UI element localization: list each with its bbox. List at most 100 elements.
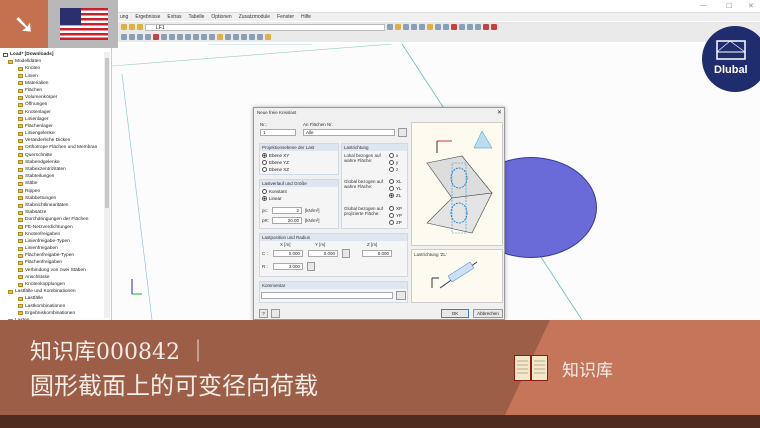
cx-input[interactable]: 0.000 — [273, 250, 303, 257]
tree-item[interactable]: Lastfälle — [0, 295, 111, 302]
toolbar-icon[interactable] — [451, 24, 457, 30]
menu-item-tabelle[interactable]: Tabelle — [189, 14, 205, 20]
toolbar-icon[interactable] — [121, 34, 127, 40]
toolbar-icon[interactable] — [137, 24, 143, 30]
tree-item[interactable]: Stabendgelenke — [0, 159, 111, 166]
radio-plane-xz[interactable]: Ebene XZ — [262, 167, 289, 172]
tree-item[interactable]: Orthotrope Flächen und Membran — [0, 144, 111, 151]
menu-item-fenster[interactable]: Fenster — [277, 14, 294, 20]
toolbar-icon[interactable] — [467, 24, 473, 30]
toolbar-icon[interactable] — [459, 24, 465, 30]
toolbar-icon[interactable] — [241, 34, 247, 40]
toolbar-icon[interactable] — [185, 34, 191, 40]
ok-button[interactable]: OK — [441, 309, 469, 318]
cz-input[interactable]: 0.000 — [362, 250, 392, 257]
radio-constant[interactable]: Konstant — [262, 189, 287, 194]
radio-z[interactable]: z — [389, 167, 398, 172]
toolbar-icon[interactable] — [145, 34, 151, 40]
toolbar-icon[interactable] — [225, 34, 231, 40]
tree-item[interactable]: Flächenlager — [0, 123, 111, 130]
units-button[interactable] — [271, 309, 280, 318]
tree-item[interactable]: Volumenkörper — [0, 94, 111, 101]
menu-item-hilfe[interactable]: Hilfe — [301, 14, 311, 20]
tree-item[interactable]: FE-Netzverdichtungen — [0, 224, 111, 231]
close-window-button[interactable]: ✕ — [748, 2, 754, 10]
toolbar-icon[interactable] — [265, 34, 271, 40]
radio-y[interactable]: y — [389, 160, 398, 165]
maximize-button[interactable]: ☐ — [726, 2, 732, 10]
radio-x[interactable]: x — [389, 153, 398, 158]
tree-item[interactable]: Flächenfreigabe-Typen — [0, 252, 111, 259]
radio-linear[interactable]: Linear — [262, 196, 282, 201]
toolbar-icon[interactable] — [217, 34, 223, 40]
tree-item[interactable]: Lastkombinationen — [0, 303, 111, 310]
toolbar-icon[interactable] — [491, 24, 497, 30]
radio-yl[interactable]: YL — [389, 186, 402, 191]
tree-item[interactable]: Stäbe — [0, 180, 111, 187]
cy-input[interactable]: 0.000 — [308, 250, 338, 257]
tree-item[interactable]: Anschlüsse — [0, 274, 111, 281]
tree-item[interactable]: Modelldaten — [0, 58, 111, 65]
toolbar-icon[interactable] — [201, 34, 207, 40]
tree-item[interactable]: Lastfälle und Kombinationen — [0, 288, 111, 295]
toolbar-icon[interactable] — [153, 34, 159, 40]
menu-item-extras[interactable]: Extras — [167, 14, 181, 20]
toolbar-icon[interactable] — [483, 24, 489, 30]
tree-item[interactable]: Knotenfreigaben — [0, 231, 111, 238]
toolbar-icon[interactable] — [129, 34, 135, 40]
help-button[interactable]: ? — [259, 309, 268, 318]
tree-item[interactable]: Linien — [0, 73, 111, 80]
tree-item[interactable]: Stabteilungen — [0, 173, 111, 180]
scrollbar-thumb[interactable] — [105, 58, 109, 208]
comment-input[interactable] — [261, 292, 393, 299]
toolbar-icon[interactable] — [435, 24, 441, 30]
tree-item[interactable]: Rippen — [0, 188, 111, 195]
menu-item[interactable]: ung — [120, 14, 128, 20]
toolbar-icon[interactable] — [403, 24, 409, 30]
pr-input[interactable]: 20.00 — [272, 217, 302, 224]
tree-item[interactable]: Stabsätze — [0, 209, 111, 216]
pick-center-button[interactable] — [342, 249, 350, 258]
toolbar-icon[interactable] — [411, 24, 417, 30]
tree-item[interactable]: Durchdringungen der Flächen — [0, 216, 111, 223]
tree-item[interactable]: Veränderliche Dicken — [0, 137, 111, 144]
tree-item[interactable]: Flächenfreigaben — [0, 259, 111, 266]
tree-item[interactable]: Stabnichtlinearitäten — [0, 202, 111, 209]
comment-library-button[interactable] — [396, 291, 406, 300]
tree-item[interactable]: Verbindung von zwei Stäben — [0, 267, 111, 274]
tree-item[interactable]: Knoten — [0, 65, 111, 72]
radio-zp[interactable]: ZP — [389, 220, 402, 225]
tree-item[interactable]: Querschnitte — [0, 152, 111, 159]
toolbar-icon[interactable] — [169, 34, 175, 40]
toolbar-icon[interactable] — [475, 24, 481, 30]
tree-item[interactable]: Ergebniskombinationen — [0, 310, 111, 317]
pick-surfaces-button[interactable] — [398, 128, 407, 137]
toolbar-icon[interactable] — [419, 24, 425, 30]
r-input[interactable]: 3.000 — [273, 263, 303, 270]
radio-yp[interactable]: YP — [389, 213, 402, 218]
tree-root[interactable]: Load* [Downloads] — [0, 51, 111, 58]
radio-xl[interactable]: XL — [389, 179, 402, 184]
toolbar-icon[interactable] — [161, 34, 167, 40]
pick-radius-button[interactable] — [307, 262, 315, 271]
dialog-close-button[interactable]: ✕ — [497, 109, 502, 116]
menu-item-optionen[interactable]: Optionen — [211, 14, 231, 20]
cancel-button[interactable]: Abbrechen — [473, 309, 503, 318]
tree-item[interactable]: Knotenlager — [0, 109, 111, 116]
minimize-button[interactable]: — — [700, 2, 707, 9]
tree-item[interactable]: Flächen — [0, 87, 111, 94]
toolbar-icon[interactable] — [129, 24, 135, 30]
tree-item[interactable]: Öffnungen — [0, 101, 111, 108]
toolbar-icon[interactable] — [427, 24, 433, 30]
nr-input[interactable]: 1 — [260, 129, 296, 136]
tree-item[interactable]: Stabexzentrizitäten — [0, 166, 111, 173]
toolbar-icon[interactable] — [443, 24, 449, 30]
toolbar-icon[interactable] — [249, 34, 255, 40]
toolbar-icon[interactable] — [233, 34, 239, 40]
tree-item[interactable]: Linienfreigaben — [0, 245, 111, 252]
tree-item[interactable]: Stabbettungen — [0, 195, 111, 202]
radio-plane-yz[interactable]: Ebene YZ — [262, 160, 289, 165]
toolbar-icon[interactable] — [395, 24, 401, 30]
menu-item-zusatzmodule[interactable]: Zusatzmodule — [239, 14, 270, 20]
toolbar-icon[interactable] — [177, 34, 183, 40]
